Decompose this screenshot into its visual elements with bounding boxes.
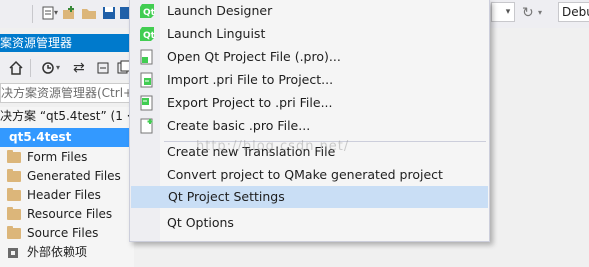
tree-item-label: Resource Files: [27, 207, 113, 221]
svg-text:Qt: Qt: [143, 31, 155, 41]
menu-item-launch-linguist[interactable]: Qt Launch Linguist: [131, 23, 488, 45]
project-label: qt5.4test: [9, 130, 72, 144]
menu-item-label: Import .pri File to Project...: [167, 72, 334, 87]
import-pri-icon: [140, 72, 153, 88]
menu-item-import-pri-file[interactable]: Import .pri File to Project...: [131, 69, 488, 91]
qt-context-menu: Qt Launch Designer Qt Launch Linguist Op…: [129, 0, 490, 242]
folder-icon: [7, 207, 21, 220]
solution-label: 决方案 “qt5.4test” (1 ·: [0, 109, 131, 123]
menu-item-label: Open Qt Project File (.pro)...: [167, 49, 341, 64]
menu-item-export-pri-file[interactable]: Export Project to .pri File...: [131, 92, 488, 114]
watermark-text: http://blog.csdn.net/: [196, 139, 350, 154]
menu-item-label: Qt Options: [167, 215, 234, 230]
solution-platform-combo[interactable]: ▾: [491, 2, 515, 22]
solution-row[interactable]: 决方案 “qt5.4test” (1 ·: [0, 107, 134, 126]
solution-explorer-toolbar: ▾ ⇄: [0, 56, 134, 80]
solution-explorer-title: 案资源管理器: [0, 34, 134, 52]
qt-logo-icon: Qt: [140, 4, 155, 18]
menu-item-open-pro-file[interactable]: Open Qt Project File (.pro)...: [131, 46, 488, 68]
svg-text:Qt: Qt: [143, 8, 155, 18]
menu-item-qt-project-settings[interactable]: Qt Project Settings: [131, 186, 488, 208]
menu-item-label: Create basic .pro File...: [167, 118, 311, 133]
tree-item-label: Header Files: [27, 188, 101, 202]
tree-item-header-files[interactable]: Header Files: [0, 186, 134, 205]
home-icon[interactable]: [8, 60, 24, 76]
add-item-icon[interactable]: [61, 5, 77, 21]
refresh-icon[interactable]: ↻: [522, 5, 538, 21]
save-icon[interactable]: [101, 5, 117, 21]
menu-item-label: Launch Designer: [167, 3, 273, 18]
menu-item-convert-to-qmake[interactable]: Convert project to QMake generated proje…: [131, 164, 488, 186]
tree-item-label: 外部依赖项: [27, 245, 88, 259]
collapse-all-icon[interactable]: [95, 60, 111, 76]
chevron-down-icon: ▾: [505, 7, 511, 17]
menu-item-label: Export Project to .pri File...: [167, 95, 333, 110]
tree-item-resource-files[interactable]: Resource Files: [0, 205, 134, 224]
sync-icon[interactable]: ⇄: [73, 60, 89, 76]
tree-item-label: Form Files: [27, 150, 88, 164]
menu-item-qt-options[interactable]: Qt Options: [131, 212, 488, 234]
tree-item-source-files[interactable]: Source Files: [0, 224, 134, 243]
pro-file-icon: [140, 49, 153, 65]
folder-icon: [7, 169, 21, 182]
tree-item-label: Source Files: [27, 226, 99, 240]
dependencies-icon: [8, 248, 18, 258]
folder-icon: [7, 150, 21, 163]
menu-item-label: Convert project to QMake generated proje…: [167, 167, 443, 182]
configuration-combo[interactable]: Debu: [558, 2, 589, 22]
folder-icon: [7, 226, 21, 239]
dropdown-arrow-icon[interactable]: ▾: [538, 5, 554, 21]
toolbar-separator: [32, 5, 33, 23]
menu-item-create-basic-pro[interactable]: Create basic .pro File...: [131, 115, 488, 137]
export-pri-icon: [140, 95, 153, 111]
open-folder-icon[interactable]: [81, 5, 97, 21]
toolbar-separator: [30, 59, 31, 77]
tree-item-form-files[interactable]: Form Files: [0, 148, 134, 167]
tree-item-label: Generated Files: [27, 169, 121, 183]
menu-item-launch-designer[interactable]: Qt Launch Designer: [131, 0, 488, 22]
qt-logo-icon: Qt: [140, 27, 155, 41]
menu-item-label: Launch Linguist: [167, 26, 266, 41]
solution-explorer-search-input[interactable]: 决方案资源管理器(Ctrl+: [0, 83, 134, 103]
history-icon[interactable]: [40, 60, 56, 76]
tree-item-external-dependencies[interactable]: 外部依赖项: [0, 243, 134, 262]
new-pro-file-icon: [140, 118, 153, 134]
project-row[interactable]: qt5.4test: [0, 128, 134, 147]
folder-icon: [7, 188, 21, 201]
tree-item-generated-files[interactable]: Generated Files: [0, 167, 134, 186]
dropdown-arrow-icon[interactable]: ▾: [56, 60, 72, 76]
solution-tree: 决方案 “qt5.4test” (1 · qt5.4test Form File…: [0, 107, 134, 267]
menu-item-label: Qt Project Settings: [168, 189, 285, 204]
